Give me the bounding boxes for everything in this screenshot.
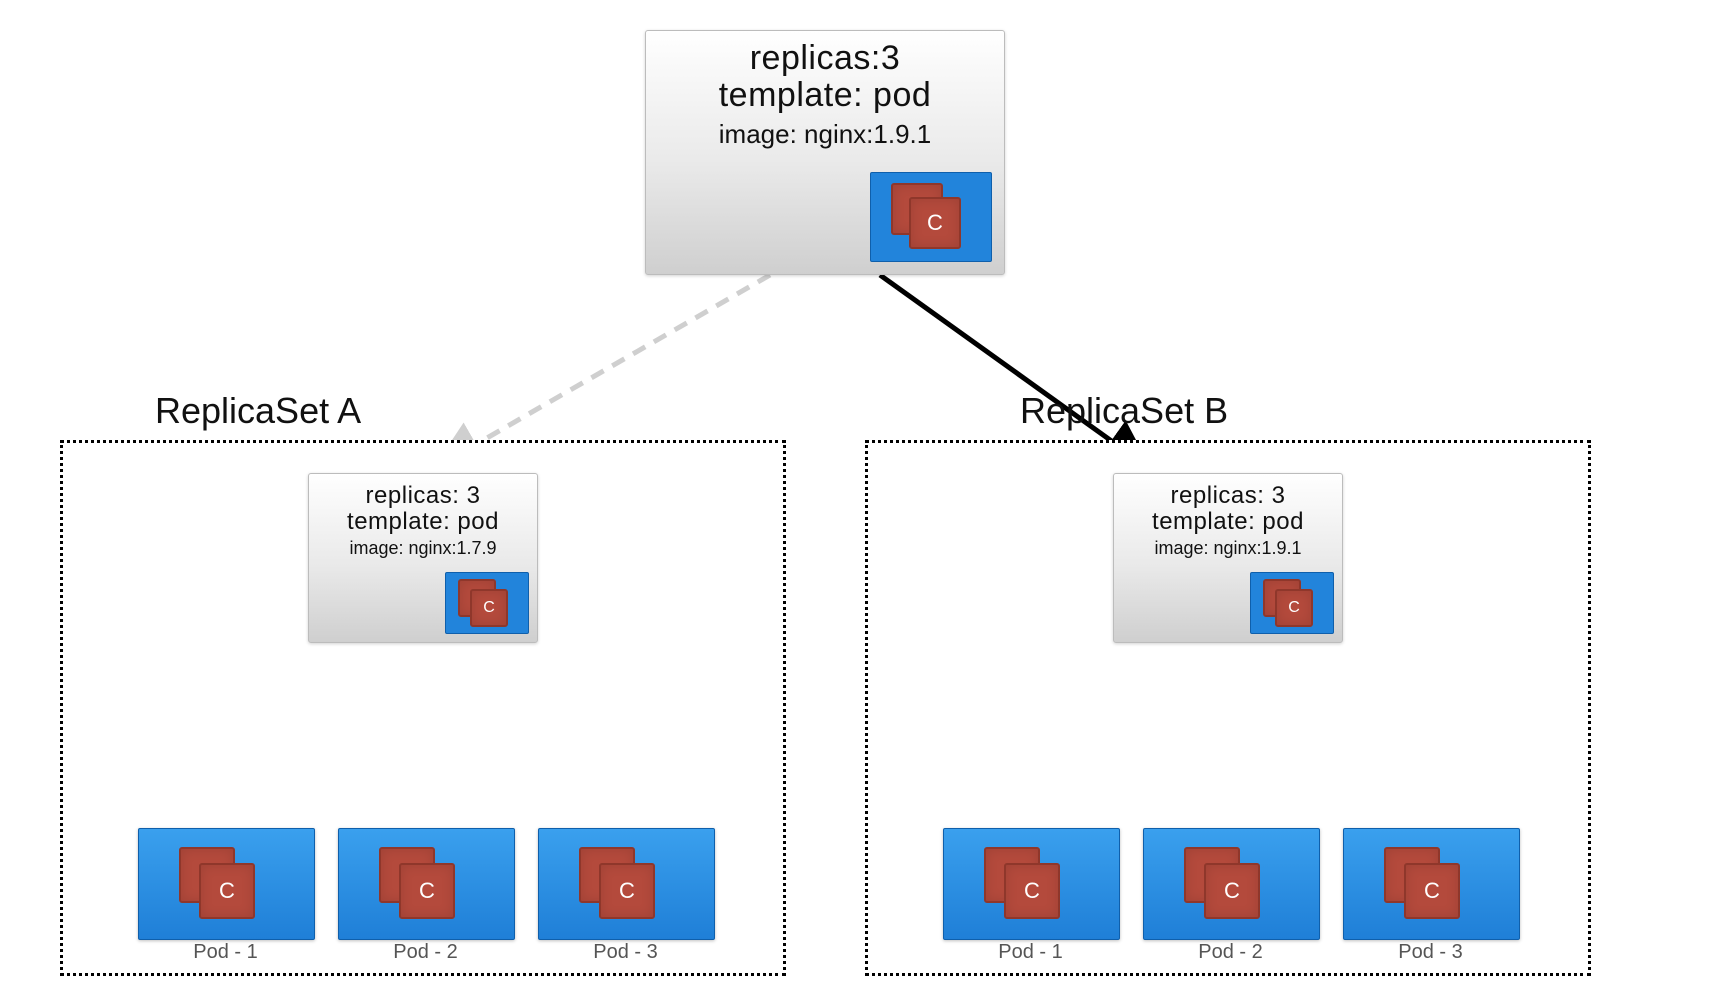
container-icon-front: C [1004,863,1060,919]
container-icon-front: C [1204,863,1260,919]
rsa-template-label: template: pod [309,508,537,536]
replicaset-a-spec-card: replicas: 3 template: pod image: nginx:1… [308,473,538,643]
container-icon-front: C [199,863,255,919]
container-icon-front: C [470,589,508,627]
deployment-card: replicas:3 template: pod image: nginx:1.… [645,30,1005,275]
container-icon: C [458,579,518,627]
rsa-pod-2: C [338,828,515,940]
container-icon-front: C [909,197,961,249]
container-icon-front: C [599,863,655,919]
rsb-pod-3-label: Pod - 3 [1343,941,1518,964]
deployment-template-label: template: pod [646,76,1004,115]
rsa-pod-3: C [538,828,715,940]
replicaset-a-title: ReplicaSet A [155,390,361,432]
container-icon-front: C [1404,863,1460,919]
container-icon: C [891,183,971,251]
rsa-pod-3-label: Pod - 3 [538,941,713,964]
deployment-pod-plate: C [870,172,992,262]
deployment-replicas-label: replicas:3 [646,39,1004,78]
rsa-pod-2-label: Pod - 2 [338,941,513,964]
container-icon: C [1263,579,1323,627]
rsb-pod-3: C [1343,828,1520,940]
replicaset-b-spec-card: replicas: 3 template: pod image: nginx:1… [1113,473,1343,643]
rsb-image-label: image: nginx:1.9.1 [1114,538,1342,559]
rsb-pod-2: C [1143,828,1320,940]
rsb-pod-1: C [943,828,1120,940]
container-icon-front: C [399,863,455,919]
rsa-image-label: image: nginx:1.7.9 [309,538,537,559]
container-icon: C [1384,847,1474,917]
container-icon: C [1184,847,1274,917]
container-icon: C [579,847,669,917]
replicaset-a-group: replicas: 3 template: pod image: nginx:1… [60,440,786,976]
rsb-pod-plate: C [1250,572,1334,634]
diagram-stage: replicas:3 template: pod image: nginx:1.… [0,0,1736,1006]
rsb-replicas-label: replicas: 3 [1114,482,1342,510]
replicaset-b-title: ReplicaSet B [1020,390,1228,432]
container-icon: C [984,847,1074,917]
rsa-pod-1-label: Pod - 1 [138,941,313,964]
container-icon: C [179,847,269,917]
rsb-pod-2-label: Pod - 2 [1143,941,1318,964]
rsb-template-label: template: pod [1114,508,1342,536]
deployment-image-label: image: nginx:1.9.1 [646,119,1004,150]
rsa-replicas-label: replicas: 3 [309,482,537,510]
rsb-pod-1-label: Pod - 1 [943,941,1118,964]
rsa-pod-1: C [138,828,315,940]
rsa-pod-plate: C [445,572,529,634]
container-icon-front: C [1275,589,1313,627]
replicaset-b-group: replicas: 3 template: pod image: nginx:1… [865,440,1591,976]
container-icon: C [379,847,469,917]
